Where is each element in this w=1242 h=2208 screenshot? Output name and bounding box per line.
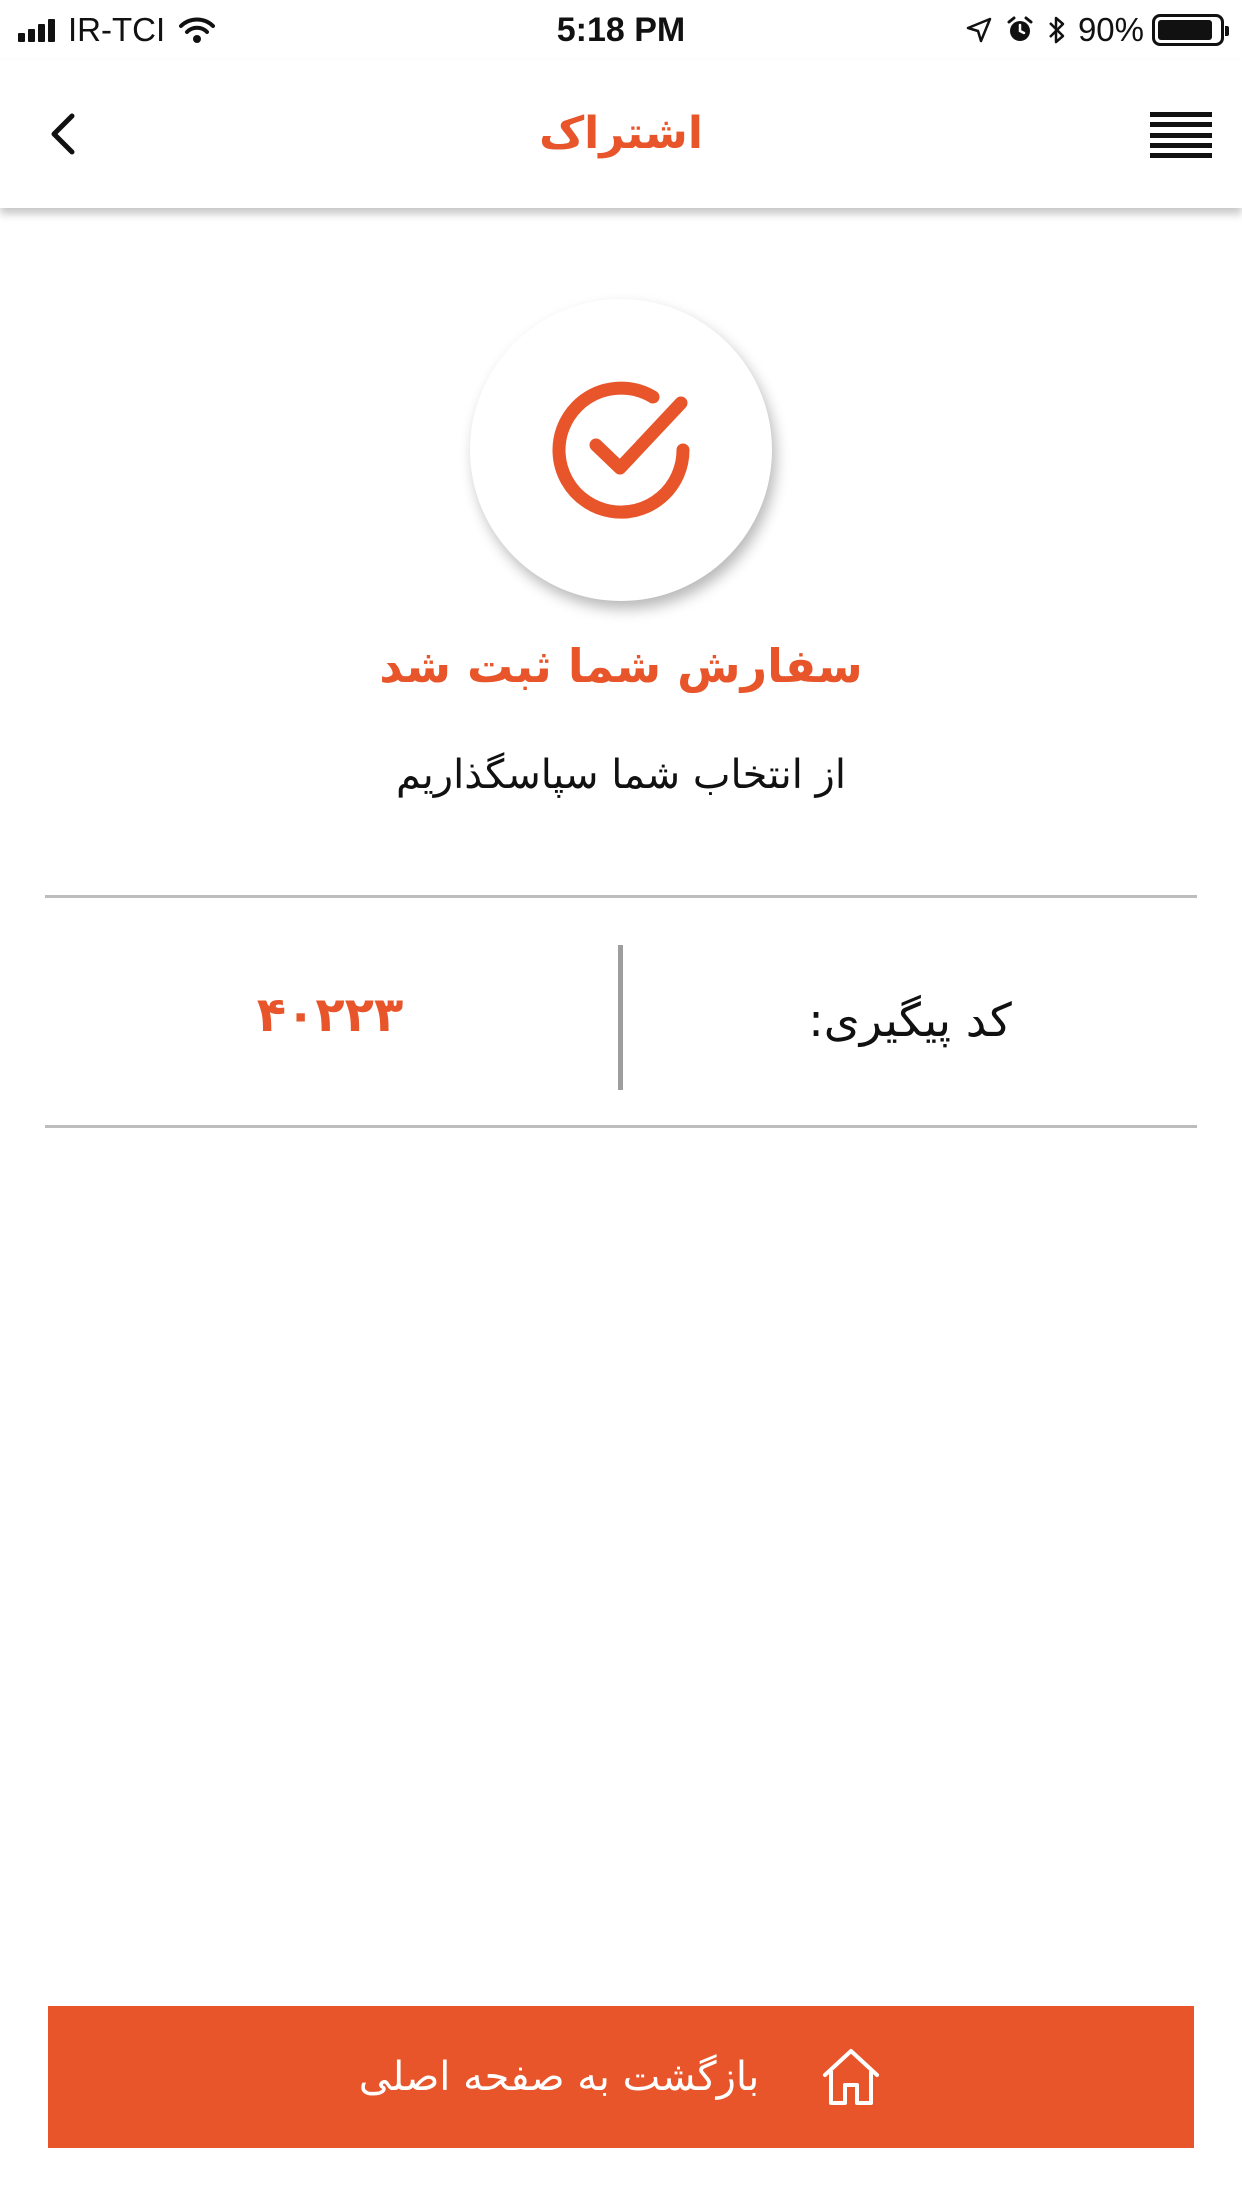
back-to-home-label: بازگشت به صفحه اصلی <box>358 2054 760 2100</box>
location-icon <box>966 17 992 43</box>
bluetooth-icon <box>1048 15 1066 45</box>
battery-icon <box>1152 14 1229 46</box>
tracking-code-label: کد پیگیری: <box>808 993 1012 1047</box>
page-title: اشتراک <box>539 108 703 159</box>
divider <box>45 1125 1197 1128</box>
battery-fill <box>1158 20 1212 40</box>
home-icon <box>819 2047 883 2107</box>
success-title: سفارش شما ثبت شد <box>379 639 863 693</box>
success-subtitle: از انتخاب شما سپاسگذاریم <box>396 752 846 798</box>
battery-percent: 90% <box>1077 11 1144 48</box>
success-badge <box>470 299 772 601</box>
back-to-home-button[interactable]: بازگشت به صفحه اصلی <box>48 2006 1194 2148</box>
status-bar-right: 90% <box>952 8 1229 52</box>
nav-bar: اشتراک <box>0 60 1242 208</box>
check-circle-icon <box>552 381 690 519</box>
alarm-icon <box>1006 16 1034 44</box>
divider <box>45 895 1197 898</box>
tracking-code-value: ۴۰۲۲۳ <box>256 987 404 1043</box>
hamburger-menu-icon[interactable] <box>1150 112 1212 158</box>
vertical-divider <box>618 945 623 1090</box>
status-bar: IR-TCI 5:18 PM 90% <box>0 0 1242 60</box>
